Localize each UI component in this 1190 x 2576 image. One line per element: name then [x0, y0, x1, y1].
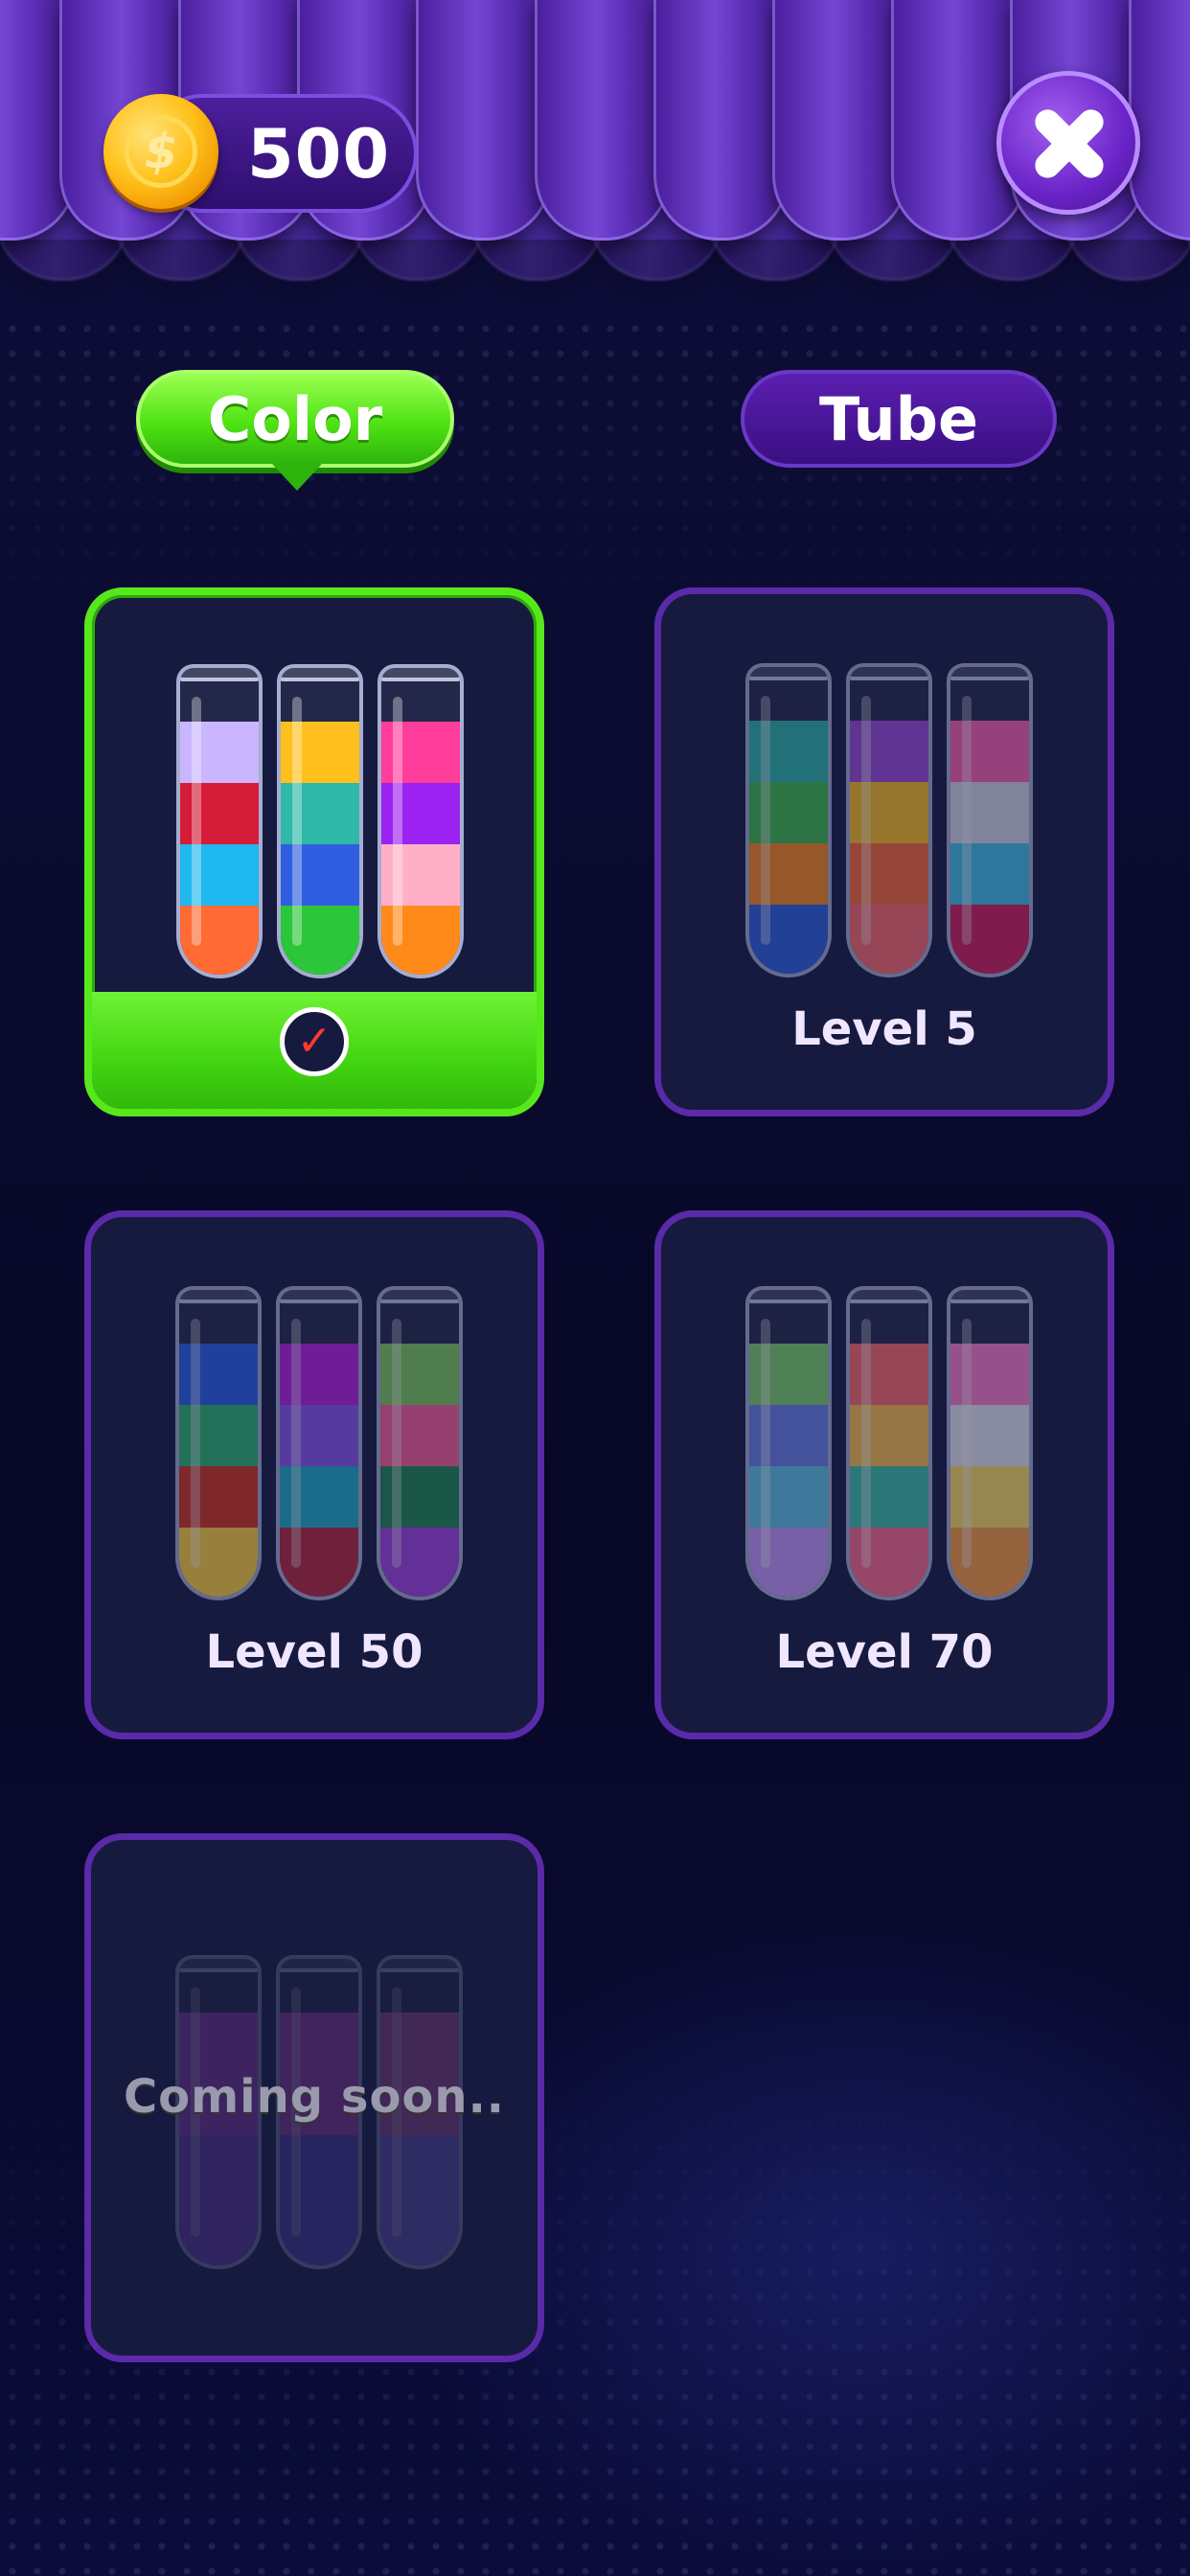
test-tube	[378, 664, 464, 978]
test-tube	[745, 663, 832, 978]
tube-shine	[761, 696, 770, 945]
tube-rim	[179, 1290, 258, 1303]
tube-shine	[962, 1319, 972, 1568]
test-tube	[947, 1286, 1033, 1600]
curtain-fold	[416, 0, 552, 241]
theme-card-coming-soon: Coming soon..	[84, 1833, 544, 2362]
tab-tube[interactable]: Tube	[741, 370, 1057, 468]
test-tube	[277, 664, 363, 978]
tube-shine	[761, 1319, 770, 1568]
tube-shine	[191, 1319, 200, 1568]
active-tab-pointer	[272, 464, 322, 491]
tube-rim	[850, 667, 928, 680]
tube-rim	[850, 1290, 928, 1303]
theme-card-selected[interactable]: ✓	[84, 587, 544, 1116]
test-tube	[947, 663, 1033, 978]
tube-shine	[861, 1319, 871, 1568]
test-tube	[377, 1286, 463, 1600]
close-button[interactable]	[996, 71, 1140, 215]
curtain-fold	[1129, 0, 1190, 241]
tube-rim	[950, 667, 1029, 680]
test-tube	[846, 663, 932, 978]
tube-rim	[280, 1959, 358, 1972]
tube-shine	[962, 696, 972, 945]
tube-preview	[745, 663, 1037, 978]
curtain-fold	[535, 0, 671, 241]
tube-shine	[292, 697, 302, 946]
test-tube	[176, 664, 263, 978]
curtain-fold	[772, 0, 908, 241]
test-tube	[175, 1286, 262, 1600]
tube-preview	[745, 1286, 1037, 1600]
tube-preview	[175, 1286, 467, 1600]
close-x-icon	[1029, 104, 1110, 184]
unlock-level-label: Level 70	[775, 1625, 994, 1679]
tube-shine	[291, 1319, 301, 1568]
tube-rim	[179, 1959, 258, 1972]
tube-rim	[180, 668, 259, 681]
tube-rim	[749, 1290, 828, 1303]
test-tube	[846, 1286, 932, 1600]
unlock-level-label: Level 50	[205, 1625, 423, 1679]
test-tube	[745, 1286, 832, 1600]
theme-card-level-70[interactable]: Level 70	[654, 1210, 1114, 1739]
tab-color[interactable]: Color	[136, 370, 454, 468]
test-tube	[276, 1286, 362, 1600]
tube-preview	[176, 664, 468, 978]
checkmark-icon: ✓	[280, 1007, 349, 1076]
tube-rim	[381, 668, 460, 681]
tube-rim	[280, 1290, 358, 1303]
tube-rim	[950, 1290, 1029, 1303]
gold-coin-icon: $	[103, 94, 218, 209]
coming-soon-label: Coming soon..	[123, 2070, 506, 2124]
tube-shine	[392, 1319, 401, 1568]
tube-rim	[380, 1959, 459, 1972]
tube-rim	[380, 1290, 459, 1303]
theme-card-level-50[interactable]: Level 50	[84, 1210, 544, 1739]
tube-rim	[749, 667, 828, 680]
unlock-level-label: Level 5	[791, 1002, 977, 1056]
tube-shine	[192, 697, 201, 946]
coin-amount: 500	[247, 115, 391, 194]
tube-shine	[393, 697, 402, 946]
dot-pattern-top	[0, 316, 1190, 623]
theme-card-level-5[interactable]: Level 5	[654, 587, 1114, 1116]
curtain-fold	[653, 0, 790, 241]
tube-shine	[861, 696, 871, 945]
tube-rim	[281, 668, 359, 681]
